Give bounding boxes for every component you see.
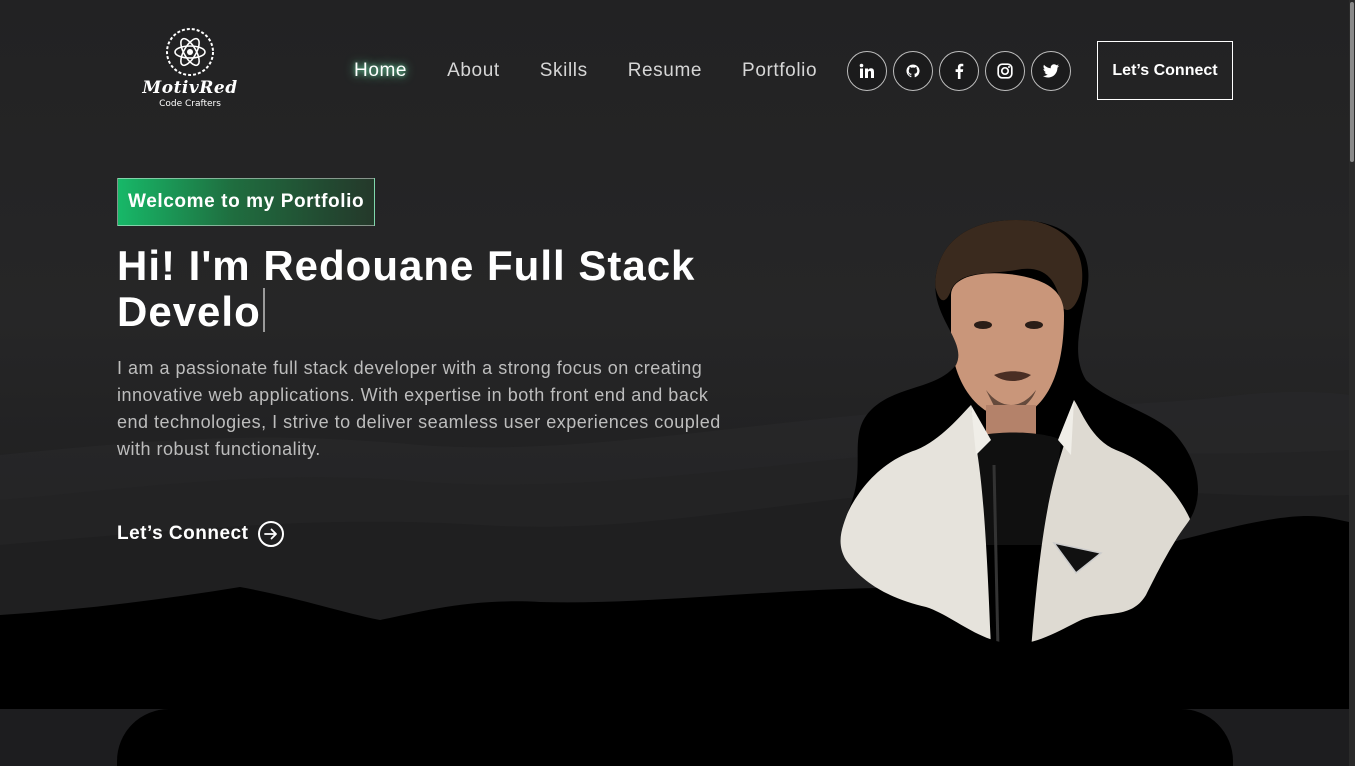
next-section-card (117, 709, 1233, 766)
brand-tagline: Code Crafters (159, 99, 221, 109)
typing-cursor (262, 288, 265, 332)
welcome-badge: Welcome to my Portfolio (117, 178, 376, 226)
arrow-right-circle-icon (258, 521, 285, 547)
hero-connect-link[interactable]: Let’s Connect (117, 521, 285, 547)
hero-connect-label: Let’s Connect (117, 523, 249, 544)
nav-resume[interactable]: Resume (628, 57, 702, 85)
github-icon (906, 64, 920, 78)
main-nav: Home About Skills Resume Portfolio (354, 57, 857, 85)
nav-about[interactable]: About (447, 57, 500, 85)
nav-portfolio[interactable]: Portfolio (742, 57, 817, 85)
brand-name: MotivRed (142, 78, 238, 98)
scrollbar-thumb[interactable] (1350, 2, 1354, 162)
facebook-icon (955, 63, 964, 79)
github-button[interactable] (893, 51, 933, 91)
facebook-button[interactable] (939, 51, 979, 91)
social-links (847, 51, 1071, 91)
hero-headline: Hi! I'm Redouane Full Stack Develo (117, 243, 757, 334)
twitter-icon (1043, 64, 1059, 78)
instagram-icon (997, 63, 1013, 79)
brand-logo[interactable]: MotivRed Code Crafters (134, 26, 246, 118)
linkedin-icon (859, 63, 874, 78)
hero-bio: I am a passionate full stack developer w… (117, 358, 721, 459)
instagram-button[interactable] (985, 51, 1025, 91)
hero-headline-text: Hi! I'm Redouane Full Stack Develo (117, 242, 696, 335)
nav-skills[interactable]: Skills (540, 57, 588, 85)
nav-home[interactable]: Home (354, 57, 407, 85)
header-connect-button[interactable]: Let’s Connect (1097, 41, 1233, 100)
twitter-button[interactable] (1031, 51, 1071, 91)
scrollbar[interactable] (1349, 0, 1355, 766)
linkedin-button[interactable] (847, 51, 887, 91)
atom-logo-icon (166, 28, 214, 76)
profile-portrait (840, 220, 1198, 644)
